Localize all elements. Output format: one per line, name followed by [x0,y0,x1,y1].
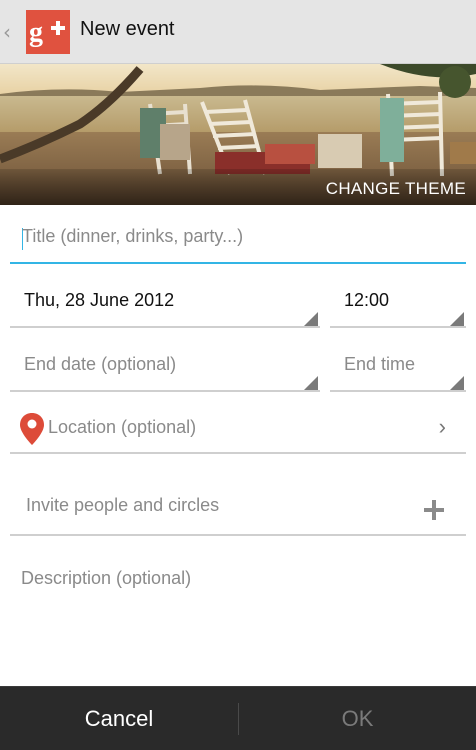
invite-underline [10,534,466,536]
start-date-spinner[interactable]: Thu, 28 June 2012 [10,286,320,328]
cancel-button[interactable]: Cancel [0,687,238,750]
start-date-value: Thu, 28 June 2012 [24,290,175,310]
dropdown-corner-icon [304,312,318,326]
action-bar: ‹ g New event [0,0,476,64]
dropdown-corner-icon [450,376,464,390]
bottom-button-bar: Cancel OK [0,686,476,750]
map-pin-icon [20,413,44,445]
end-date-spinner[interactable]: End date (optional) [10,350,320,392]
change-theme-button[interactable]: CHANGE THEME [326,179,466,199]
start-time-underline [330,326,466,328]
chevron-left-icon[interactable]: ‹ [3,20,17,44]
description-placeholder: Description (optional) [21,568,192,588]
title-placeholder: Title (dinner, drinks, party...) [22,226,244,246]
dropdown-corner-icon [304,376,318,390]
invite-people-field[interactable]: Invite people and circles [10,490,466,536]
plus-icon[interactable] [422,498,446,522]
invite-placeholder: Invite people and circles [26,495,220,515]
ok-button[interactable]: OK [239,687,476,750]
dropdown-corner-icon [450,312,464,326]
event-theme-banner[interactable]: CHANGE THEME [0,64,476,205]
end-time-spinner[interactable]: End time [330,350,466,392]
chevron-right-icon: › [438,414,446,439]
end-time-placeholder: End time [344,354,416,374]
location-underline [10,452,466,454]
title-underline [10,262,466,264]
location-field[interactable]: Location (optional) › [10,410,466,454]
start-time-spinner[interactable]: 12:00 [330,286,466,328]
start-time-value: 12:00 [344,290,390,310]
end-date-underline [10,390,320,392]
google-plus-glyph-icon: g [26,10,70,54]
description-input[interactable]: Description (optional) [10,568,466,598]
location-placeholder: Location (optional) [48,417,197,437]
page-title: New event [80,18,175,40]
title-input[interactable]: Title (dinner, drinks, party...) [10,222,466,264]
end-date-placeholder: End date (optional) [24,354,177,374]
start-date-underline [10,326,320,328]
google-plus-logo[interactable]: g [26,10,70,54]
svg-text:g: g [29,17,43,48]
end-time-underline [330,390,466,392]
